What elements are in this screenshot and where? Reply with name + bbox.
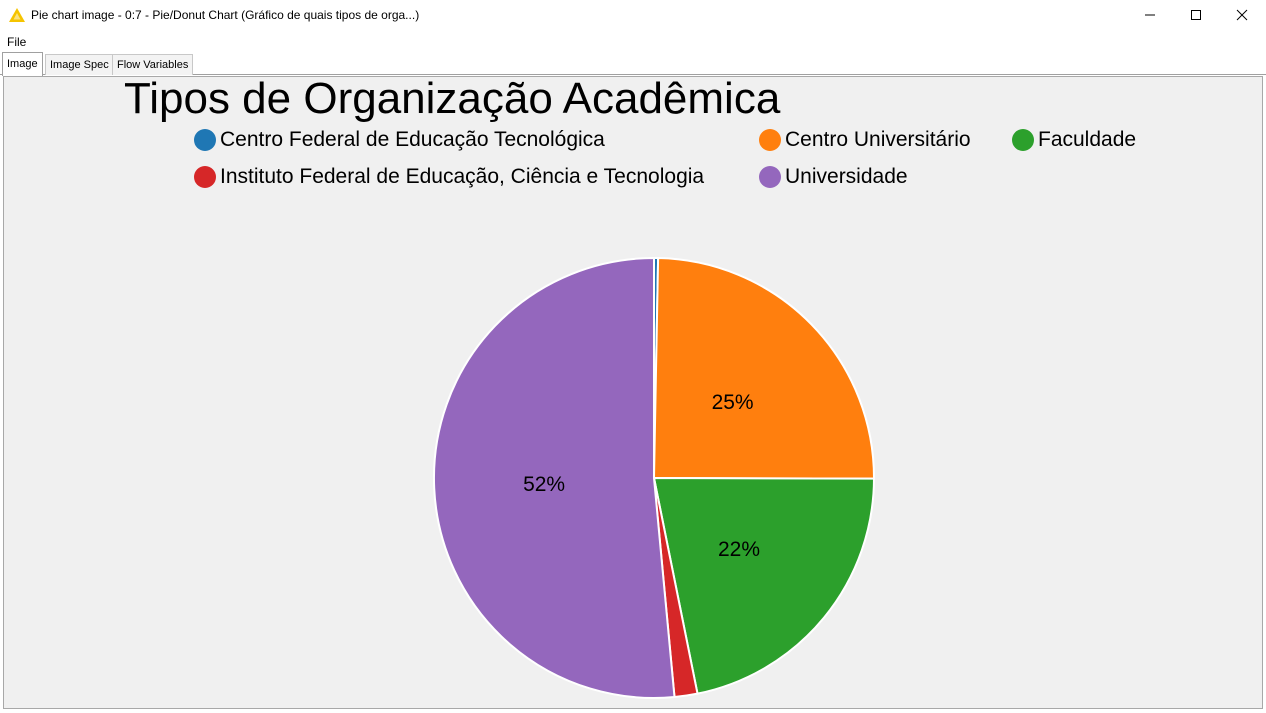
- tab-image-spec[interactable]: Image Spec: [45, 54, 114, 75]
- data-label-centro-universitario: 25%: [712, 391, 754, 414]
- minimize-icon: [1145, 14, 1155, 16]
- image-view: Tipos de Organização Acadêmica Centro Fe…: [3, 76, 1263, 709]
- close-icon: [1236, 9, 1248, 21]
- maximize-icon: [1191, 10, 1201, 20]
- menu-file[interactable]: File: [7, 35, 26, 49]
- tab-flow-variables[interactable]: Flow Variables: [112, 54, 194, 75]
- menu-bar: File: [0, 32, 1266, 51]
- pie-chart: 25% 22% 52%: [432, 256, 876, 699]
- knime-warning-triangle-icon: [9, 8, 25, 22]
- pie-slice-centro-universitario: [652, 257, 876, 480]
- close-button[interactable]: [1219, 0, 1265, 30]
- minimize-button[interactable]: [1127, 0, 1173, 30]
- maximize-button[interactable]: [1173, 0, 1219, 30]
- title-bar: Pie chart image - 0:7 - Pie/Donut Chart …: [0, 0, 1266, 32]
- tab-strip: Image Image Spec Flow Variables: [0, 51, 1266, 76]
- window-title: Pie chart image - 0:7 - Pie/Donut Chart …: [31, 8, 420, 22]
- data-label-faculdade: 22%: [718, 538, 760, 561]
- data-label-universidade: 52%: [523, 473, 565, 496]
- tab-image[interactable]: Image: [2, 52, 43, 76]
